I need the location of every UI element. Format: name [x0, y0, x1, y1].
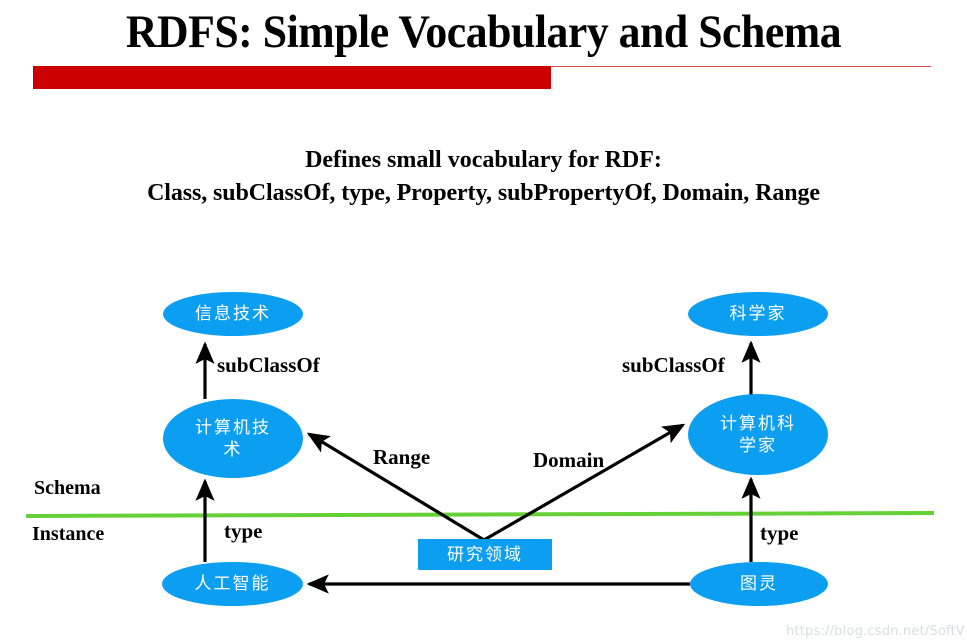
node-research-field[interactable]: 研究领域 [418, 539, 552, 570]
layer-label-schema: Schema [34, 477, 101, 499]
edge-domain [483, 423, 686, 542]
node-info-tech-label: 信息技术 [195, 304, 271, 324]
node-computer-tech[interactable]: 计算机技 术 [163, 399, 303, 478]
edge-label-domain: Domain [533, 448, 605, 472]
node-artificial-intelligence-label: 人工智能 [194, 574, 271, 594]
watermark-text: https://blog.csdn.net/SoftV [785, 624, 965, 639]
node-artificial-intelligence[interactable]: 人工智能 [162, 562, 303, 606]
node-scientist[interactable]: 科学家 [688, 292, 828, 336]
node-turing-label: 图灵 [740, 574, 778, 594]
schema-instance-divider [25, 511, 935, 518]
node-scientist-label: 科学家 [729, 304, 787, 324]
layer-label-instance: Instance [32, 523, 105, 545]
node-turing[interactable]: 图灵 [690, 562, 828, 606]
node-info-tech[interactable]: 信息技术 [163, 292, 303, 336]
edge-label-type-left: type [224, 519, 263, 543]
edge-label-type-right: type [760, 521, 799, 545]
node-computer-tech-label: 计算机技 术 [195, 417, 271, 460]
edge-label-range: Range [373, 445, 431, 469]
node-computer-scientist[interactable]: 计算机科 学家 [688, 394, 828, 475]
slide-canvas: RDFS: Simple Vocabulary and Schema Defin… [0, 0, 967, 642]
node-research-field-label: 研究领域 [447, 544, 523, 565]
edge-label-subclassof-left: subClassOf [217, 353, 320, 377]
edge-label-subclassof-right: subClassOf [622, 353, 725, 377]
node-computer-scientist-label: 计算机科 学家 [720, 413, 796, 456]
